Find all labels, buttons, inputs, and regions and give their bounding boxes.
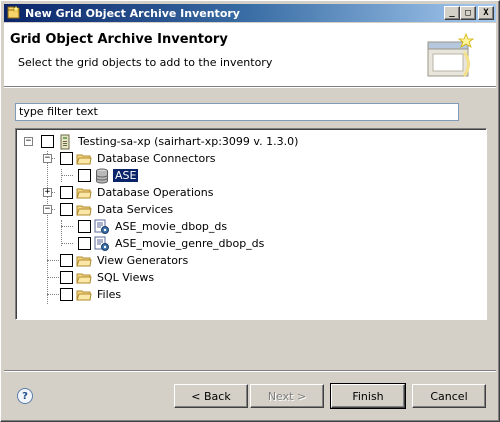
dialog-window: New Grid Object Archive Inventory _ □ X … (0, 0, 500, 422)
tree-item-label: View Generators (97, 254, 189, 267)
button-bar-divider (4, 370, 496, 372)
expand-toggle-database-operations[interactable]: + (43, 188, 52, 197)
expand-toggle-database-connectors[interactable]: − (43, 154, 52, 163)
maximize-button[interactable]: □ (460, 6, 476, 20)
tree-item-label: SQL Views (97, 271, 155, 284)
app-icon (7, 6, 21, 20)
page-description: Select the grid objects to add to the in… (18, 56, 273, 69)
minimize-button[interactable]: _ (444, 6, 460, 20)
checkbox-sql-views[interactable] (60, 271, 73, 284)
title-bar[interactable]: New Grid Object Archive Inventory _ □ X (4, 4, 496, 22)
tree-item-label: Testing-sa-xp (sairhart-xp:3099 v. 1.3.0… (78, 135, 299, 148)
tree-item-label: ASE (111, 168, 140, 183)
database-icon (94, 168, 110, 184)
tree-item-label: Database Connectors (97, 152, 216, 165)
wizard-banner-icon (424, 32, 478, 82)
wizard-header: Grid Object Archive Inventory Select the… (4, 23, 496, 86)
tree-item-ase-movie-dbop-ds[interactable]: ASE_movie_dbop_ds (78, 218, 229, 235)
checkbox-ase[interactable] (78, 169, 91, 182)
server-icon (57, 134, 73, 150)
data-service-icon (94, 219, 110, 235)
window-title: New Grid Object Archive Inventory (25, 6, 240, 20)
tree-item-view-generators[interactable]: View Generators (60, 252, 190, 269)
expand-toggle-data-services[interactable]: − (43, 205, 52, 214)
data-service-icon (94, 236, 110, 252)
folder-icon (76, 202, 92, 218)
tree-item-data-services[interactable]: Data Services (60, 201, 175, 218)
help-icon[interactable]: ? (17, 388, 33, 404)
tree-item-ase-movie-genre-dbop-ds[interactable]: ASE_movie_genre_dbop_ds (78, 235, 266, 252)
tree-item-label: Database Operations (97, 186, 214, 199)
object-tree[interactable]: − Testing-sa-xp (sairhart-xp:3099 v. 1.3… (15, 128, 487, 320)
folder-icon (76, 270, 92, 286)
page-title: Grid Object Archive Inventory (10, 32, 228, 47)
next-button[interactable]: Next > (250, 384, 324, 408)
finish-button[interactable]: Finish (330, 383, 406, 409)
folder-icon (76, 253, 92, 269)
tree-item-files[interactable]: Files (60, 286, 123, 303)
checkbox-ase-movie-genre-dbop-ds[interactable] (78, 237, 91, 250)
tree-item-database-connectors[interactable]: Database Connectors (60, 150, 217, 167)
header-divider (4, 86, 496, 88)
checkbox-root[interactable] (41, 135, 54, 148)
checkbox-ase-movie-dbop-ds[interactable] (78, 220, 91, 233)
checkbox-database-operations[interactable] (60, 186, 73, 199)
expand-toggle-root[interactable]: − (24, 137, 33, 146)
filter-input[interactable]: type filter text (15, 103, 459, 121)
close-button[interactable]: X (478, 6, 494, 20)
tree-item-database-operations[interactable]: Database Operations (60, 184, 215, 201)
back-button[interactable]: < Back (174, 384, 248, 408)
checkbox-data-services[interactable] (60, 203, 73, 216)
tree-item-sql-views[interactable]: SQL Views (60, 269, 156, 286)
tree-item-ase[interactable]: ASE (78, 167, 140, 184)
checkbox-view-generators[interactable] (60, 254, 73, 267)
tree-item-root[interactable]: Testing-sa-xp (sairhart-xp:3099 v. 1.3.0… (41, 133, 300, 150)
tree-item-label: Files (97, 288, 122, 301)
folder-icon (76, 287, 92, 303)
folder-icon (76, 151, 92, 167)
tree-item-label: ASE_movie_genre_dbop_ds (115, 237, 265, 250)
checkbox-database-connectors[interactable] (60, 152, 73, 165)
folder-icon (76, 185, 92, 201)
tree-item-label: ASE_movie_dbop_ds (115, 220, 228, 233)
tree-item-label: Data Services (97, 203, 174, 216)
cancel-button[interactable]: Cancel (412, 384, 486, 408)
checkbox-files[interactable] (60, 288, 73, 301)
